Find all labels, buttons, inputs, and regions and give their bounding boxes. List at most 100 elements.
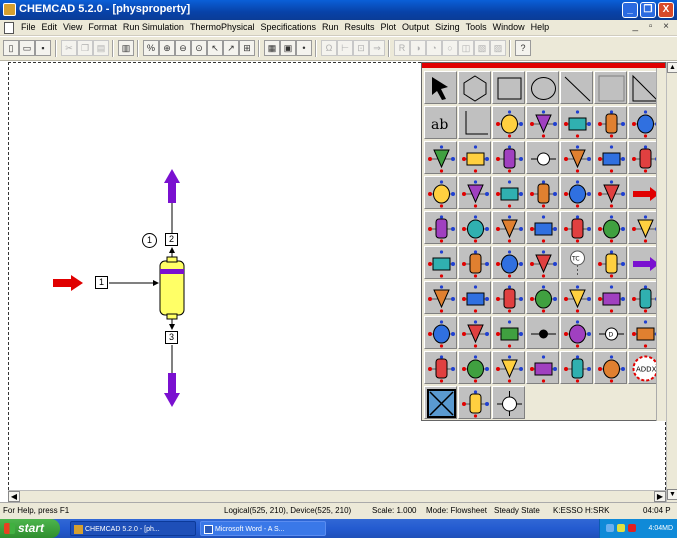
network-icon[interactable]	[606, 524, 614, 532]
palette-exchanger-green-icon[interactable]	[594, 281, 627, 314]
grid-icon[interactable]: ▦	[264, 40, 280, 56]
scroll-down-icon[interactable]: ▼	[667, 489, 677, 500]
menu-help[interactable]: Help	[528, 22, 553, 32]
menu-plot[interactable]: Plot	[378, 22, 400, 32]
select-icon[interactable]: ↖	[207, 40, 223, 56]
stream-2-label[interactable]: 2	[165, 233, 178, 246]
tool-11-icon[interactable]: ▨	[490, 40, 506, 56]
palette-heat-exchanger-long-icon[interactable]	[424, 246, 457, 279]
palette-mixer-yellow-icon[interactable]	[594, 351, 627, 384]
tool-2-icon[interactable]: ⊢	[337, 40, 353, 56]
palette-compressor-unit-icon[interactable]	[526, 106, 559, 139]
stream-2-arrow[interactable]	[164, 169, 180, 203]
stream-1-label[interactable]: 1	[95, 276, 108, 289]
palette-tower-frame-icon[interactable]	[458, 386, 491, 419]
palette-title-bar[interactable]	[422, 63, 665, 68]
tool-7-icon[interactable]: ◔	[426, 40, 442, 56]
help-icon[interactable]: ?	[515, 40, 531, 56]
palette-tower-tall-icon[interactable]	[526, 281, 559, 314]
scroll-left-icon[interactable]: ◀	[8, 491, 20, 502]
menu-edit[interactable]: Edit	[39, 22, 61, 32]
palette-column-icon[interactable]	[492, 176, 525, 209]
palette-tank-heater-icon[interactable]	[458, 176, 491, 209]
menu-view[interactable]: View	[60, 22, 85, 32]
tool-5-icon[interactable]: R	[394, 40, 410, 56]
palette-node-cross-icon[interactable]	[492, 386, 525, 419]
chemcad-app-icon[interactable]	[3, 3, 16, 16]
print-icon[interactable]: ▥	[118, 40, 134, 56]
close-button[interactable]: X	[658, 2, 674, 18]
menu-tools[interactable]: Tools	[463, 22, 490, 32]
palette-controller-icon[interactable]	[526, 141, 559, 174]
zoom-window-icon[interactable]: ⊙	[191, 40, 207, 56]
palette-ellipse-icon[interactable]	[526, 71, 559, 104]
palette-reactor-purple-icon[interactable]	[560, 351, 593, 384]
palette-column-multi2-icon[interactable]	[458, 351, 491, 384]
palette-pipe-icon[interactable]	[594, 246, 627, 279]
horizontal-scrollbar[interactable]: ◀ ▶	[8, 490, 666, 502]
palette-reactor-brown-icon[interactable]	[458, 316, 491, 349]
palette-node-icon[interactable]	[526, 316, 559, 349]
palette-scrollbar[interactable]	[656, 68, 666, 421]
unit-1-label[interactable]: 1	[142, 233, 157, 248]
tool-10-icon[interactable]: ▧	[474, 40, 490, 56]
palette-polyline-icon[interactable]	[458, 106, 491, 139]
palette-reactor-green-icon[interactable]	[492, 211, 525, 244]
palette-line-icon[interactable]	[560, 71, 593, 104]
scroll-up-icon[interactable]: ▲	[667, 62, 677, 73]
cut-icon[interactable]: ✂	[61, 40, 77, 56]
security-icon[interactable]	[628, 524, 636, 532]
tool-3-icon[interactable]: ⊡	[353, 40, 369, 56]
mdi-controls[interactable]: _ ▫ ×	[632, 21, 673, 32]
palette-reactor-red-icon[interactable]	[458, 281, 491, 314]
palette-toggle-icon[interactable]: ▣	[280, 40, 296, 56]
pointer-icon[interactable]: ↗	[223, 40, 239, 56]
menu-thermophysical[interactable]: ThermoPhysical	[187, 22, 258, 32]
palette-dryer-d-icon[interactable]: D	[594, 316, 627, 349]
menu-format[interactable]: Format	[85, 22, 120, 32]
paste-icon[interactable]: ▤	[93, 40, 109, 56]
volume-icon[interactable]	[617, 524, 625, 532]
tool-4-icon[interactable]: ⇒	[369, 40, 385, 56]
palette-fired-heater-icon[interactable]	[560, 176, 593, 209]
zoom-in-icon[interactable]: ⊕	[159, 40, 175, 56]
menu-run-simulation[interactable]: Run Simulation	[120, 22, 187, 32]
zoom-out-icon[interactable]: ⊖	[175, 40, 191, 56]
stream-3-arrow[interactable]	[164, 373, 180, 407]
palette-agitated-tank-icon[interactable]	[594, 211, 627, 244]
menu-results[interactable]: Results	[342, 22, 378, 32]
palette-divider-icon[interactable]	[560, 141, 593, 174]
palette-valve-icon[interactable]	[492, 141, 525, 174]
tool-8-icon[interactable]: ○	[442, 40, 458, 56]
new-file-icon[interactable]: ▯	[3, 40, 19, 56]
palette-valve-dotted-icon[interactable]	[526, 246, 559, 279]
menu-specifications[interactable]: Specifications	[257, 22, 319, 32]
palette-selected-x-icon[interactable]	[424, 386, 457, 419]
tool-6-icon[interactable]: ◑	[410, 40, 426, 56]
palette-rectangle-icon[interactable]	[492, 71, 525, 104]
palette-reactor-icon[interactable]	[526, 176, 559, 209]
palette-check-valve-icon[interactable]	[526, 351, 559, 384]
menu-file[interactable]: File	[18, 22, 39, 32]
palette-settler-icon[interactable]	[560, 316, 593, 349]
palette-cone-icon[interactable]	[560, 281, 593, 314]
scroll-right-icon[interactable]: ▶	[654, 491, 666, 502]
palette-pump-unit-icon[interactable]	[594, 141, 627, 174]
palette-filter-plate-icon[interactable]	[492, 351, 525, 384]
save-icon[interactable]: ▪	[35, 40, 51, 56]
taskbar-item-word[interactable]: Microsoft Word - A S...	[200, 521, 326, 536]
palette-rotate-polygon-icon[interactable]	[458, 71, 491, 104]
palette-stripper-icon[interactable]	[458, 211, 491, 244]
palette-scrubber-icon[interactable]	[424, 316, 457, 349]
maximize-button[interactable]: ❐	[640, 2, 656, 18]
palette-compressor-yellow-icon[interactable]	[424, 281, 457, 314]
menu-run[interactable]: Run	[319, 22, 342, 32]
menu-sizing[interactable]: Sizing	[432, 22, 463, 32]
tool-1-icon[interactable]: Ω	[321, 40, 337, 56]
palette-mixer-icon[interactable]	[424, 141, 457, 174]
palette-reactor-blue-icon[interactable]	[492, 316, 525, 349]
vertical-scrollbar[interactable]: ▲ ▼	[666, 62, 677, 502]
palette-drum-icon[interactable]	[424, 211, 457, 244]
palette-column-multi-icon[interactable]	[424, 351, 457, 384]
palette-flash-icon[interactable]	[492, 106, 525, 139]
